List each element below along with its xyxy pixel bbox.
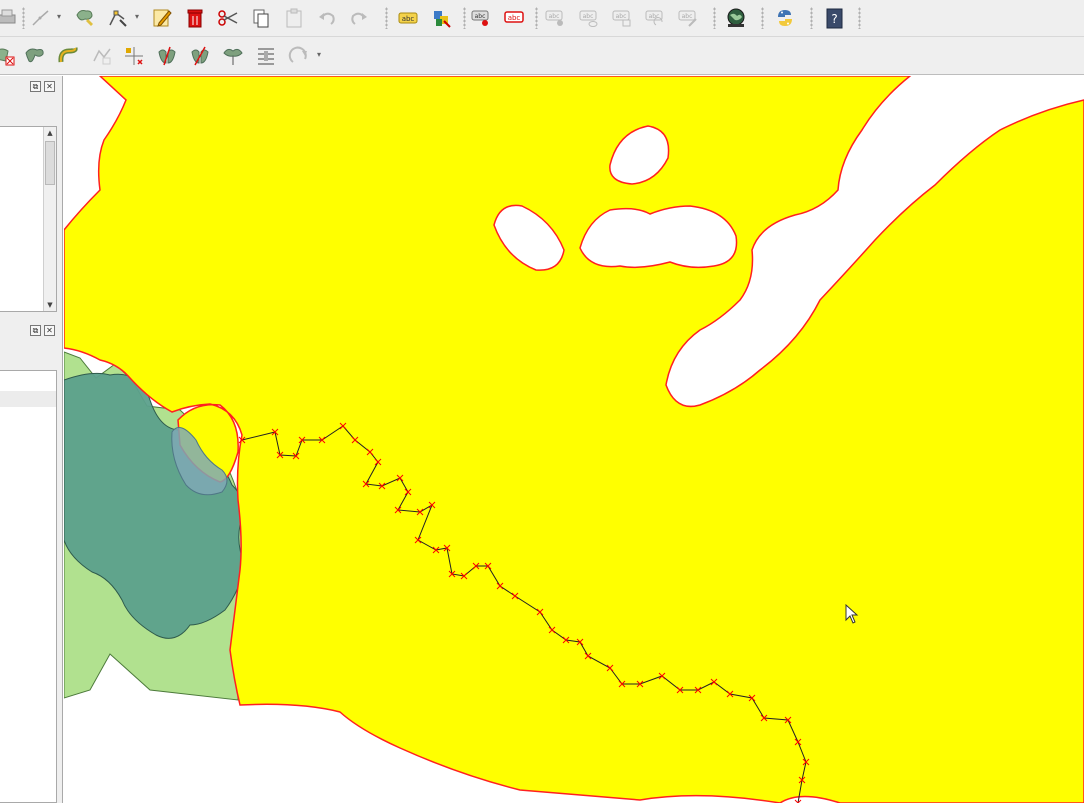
redo-icon[interactable] <box>346 5 372 31</box>
split-features-icon[interactable] <box>154 43 180 69</box>
align-features-icon[interactable] <box>253 43 279 69</box>
layers-panel-scrollbar[interactable]: ▲ ▼ <box>43 127 56 311</box>
toolbar-separator <box>463 7 466 29</box>
add-feature-icon[interactable] <box>72 5 98 31</box>
toolbar-separator <box>713 7 716 29</box>
delete-part-icon[interactable] <box>0 43 18 69</box>
mouse-pointer-icon <box>845 604 859 624</box>
abc-label: abc <box>583 13 594 20</box>
map-layers <box>64 76 1084 803</box>
toolbar-separator <box>22 7 25 29</box>
chevron-down-icon[interactable]: ▾ <box>57 12 65 21</box>
map-canvas[interactable] <box>64 76 1084 803</box>
toolbar-separator <box>761 7 764 29</box>
help-icon[interactable]: ? <box>821 5 847 31</box>
close-icon[interactable]: ✕ <box>44 325 55 336</box>
toolbar-separator <box>535 7 538 29</box>
simplify-feature-icon[interactable] <box>89 43 115 69</box>
chevron-down-icon[interactable]: ▾ <box>135 12 143 21</box>
left-dock-area: ⧉ ✕ ▲ ▼ ⧉ ✕ <box>0 76 63 803</box>
svg-text:?: ? <box>831 12 837 26</box>
list-item[interactable] <box>0 391 56 407</box>
cut-features-icon[interactable] <box>215 5 241 31</box>
python-console-icon[interactable] <box>772 5 798 31</box>
float-icon[interactable]: ⧉ <box>30 325 41 336</box>
abc-label: abc <box>475 13 486 20</box>
offset-curve-icon[interactable] <box>55 43 81 69</box>
vertex-tool-icon[interactable] <box>105 5 131 31</box>
highlight-labels-icon[interactable]: abc <box>501 5 527 31</box>
delete-selected-icon[interactable] <box>182 5 208 31</box>
advanced-digitizing-toolbar: ▾ <box>0 37 1084 75</box>
change-label-icon[interactable]: abc <box>642 5 668 31</box>
toolbar-separator <box>858 7 861 29</box>
scroll-thumb[interactable] <box>45 141 55 185</box>
reshape-features-icon[interactable] <box>22 43 48 69</box>
scroll-up-icon[interactable]: ▲ <box>44 127 56 139</box>
scroll-down-icon[interactable]: ▼ <box>44 299 56 311</box>
abc-label: abc <box>402 15 415 23</box>
digitize-line-icon[interactable] <box>28 5 54 31</box>
pin-labels-icon[interactable]: abc <box>468 5 494 31</box>
change-label-properties-icon[interactable]: abc <box>675 5 701 31</box>
split-parts-icon[interactable] <box>187 43 213 69</box>
plugin-globe-icon[interactable] <box>723 5 749 31</box>
paste-features-icon[interactable] <box>281 5 307 31</box>
merge-features-icon[interactable] <box>220 43 246 69</box>
snapping-icon[interactable] <box>121 43 147 69</box>
toggle-editing-icon[interactable] <box>149 5 175 31</box>
show-hide-labels-icon[interactable]: abc <box>542 5 568 31</box>
chevron-down-icon[interactable]: ▾ <box>317 50 325 59</box>
move-label-icon[interactable]: abc <box>576 5 602 31</box>
copy-features-icon[interactable] <box>248 5 274 31</box>
abc-label: abc <box>549 13 560 20</box>
browser-panel-titlebar: ⧉ ✕ <box>0 322 60 340</box>
main-toolbar: ▾ ▾ abc abc abc abc abc abc abc abc ? <box>0 0 1084 37</box>
label-tool-icon[interactable]: abc <box>395 5 421 31</box>
print-icon[interactable] <box>0 5 20 31</box>
undo-icon[interactable] <box>314 5 340 31</box>
toolbar-separator <box>810 7 813 29</box>
rotate-point-symbols-icon[interactable] <box>286 43 312 69</box>
abc-label: abc <box>616 13 627 20</box>
close-icon[interactable]: ✕ <box>44 81 55 92</box>
toolbar-separator <box>385 7 388 29</box>
abc-label: abc <box>508 14 521 22</box>
abc-label: abc <box>682 13 693 20</box>
abc-label: abc <box>649 13 660 20</box>
rotate-label-icon[interactable]: abc <box>609 5 635 31</box>
layers-panel-content[interactable]: ▲ ▼ <box>0 126 57 312</box>
layers-panel-titlebar: ⧉ ✕ <box>0 78 60 96</box>
browser-panel-content[interactable] <box>0 370 57 803</box>
layer-labeling-icon[interactable] <box>428 5 454 31</box>
float-icon[interactable]: ⧉ <box>30 81 41 92</box>
